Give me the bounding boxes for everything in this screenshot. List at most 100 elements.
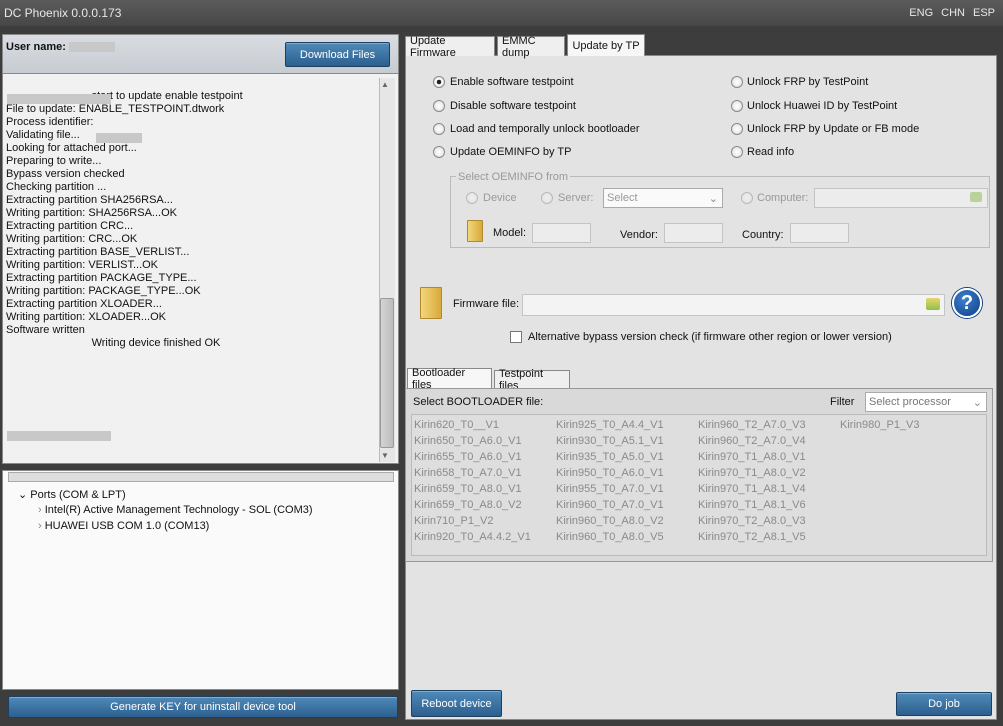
user-name-label: User name:	[6, 41, 115, 53]
scroll-up-icon[interactable]: ▲	[381, 80, 389, 89]
log-line: Writing partition: XLOADER...OK	[6, 311, 166, 323]
browse-folder-icon[interactable]	[970, 192, 982, 202]
do-job-button[interactable]: Do job	[896, 692, 992, 716]
tab-update-firmware[interactable]: Update Firmware	[405, 35, 495, 59]
tab-emmc-dump[interactable]: EMMC dump	[497, 35, 565, 59]
bootloader-file-item[interactable]: Kirin659_T0_A8.0_V2	[414, 497, 531, 513]
log-line: Writing partition: VERLIST...OK	[6, 259, 159, 271]
redacted-text	[96, 133, 142, 143]
bootloader-file-item[interactable]: Kirin960_T0_A8.0_V2	[556, 513, 664, 529]
scroll-thumb[interactable]	[380, 298, 394, 448]
bootloader-file-item[interactable]: Kirin620_T0__V1	[414, 417, 531, 433]
radio-read-info[interactable]	[731, 146, 743, 158]
bootloader-file-item[interactable]: Kirin650_T0_A6.0_V1	[414, 433, 531, 449]
bootloader-file-item[interactable]: Kirin710_P1_V2	[414, 513, 531, 529]
bootloader-file-item[interactable]: Kirin925_T0_A4.4_V1	[556, 417, 664, 433]
browse-file-icon[interactable]	[926, 298, 940, 310]
bootloader-file-item[interactable]: Kirin980_P1_V3	[840, 417, 920, 433]
generate-key-button[interactable]: Generate KEY for uninstall device tool	[8, 696, 398, 718]
server-label: Server:	[558, 192, 594, 204]
lang-esp[interactable]: ESP	[973, 7, 995, 19]
file-column[interactable]: Kirin980_P1_V3	[840, 417, 920, 433]
alt-bypass-label: Alternative bypass version check (if fir…	[528, 331, 892, 343]
bootloader-file-item[interactable]: Kirin955_T0_A7.0_V1	[556, 481, 664, 497]
firmware-file-input[interactable]	[522, 294, 945, 316]
help-icon[interactable]: ?	[952, 288, 982, 318]
option-label: Load and temporally unlock bootloader	[450, 123, 640, 135]
bootloader-file-item[interactable]: Kirin960_T2_A7.0_V4	[698, 433, 806, 449]
bootloader-file-item[interactable]: Kirin960_T2_A7.0_V3	[698, 417, 806, 433]
computer-path-input[interactable]	[814, 188, 988, 208]
option-label: Unlock Huawei ID by TestPoint	[747, 100, 898, 112]
option-label: Read info	[747, 146, 795, 158]
option-label: Disable software testpoint	[450, 100, 576, 112]
bootloader-file-item[interactable]: Kirin658_T0_A7.0_V1	[414, 465, 531, 481]
scroll-down-icon[interactable]: ▼	[381, 451, 389, 460]
device-tree	[2, 470, 399, 690]
bootloader-file-item[interactable]: Kirin950_T0_A6.0_V1	[556, 465, 664, 481]
bootloader-file-item[interactable]: Kirin655_T0_A6.0_V1	[414, 449, 531, 465]
vendor-input[interactable]	[664, 223, 723, 243]
alt-bypass-checkbox[interactable]	[510, 331, 522, 343]
bootloader-file-item[interactable]: Kirin960_T0_A8.0_V5	[556, 529, 664, 545]
firmware-folder-icon[interactable]	[420, 287, 442, 319]
log-line: Extracting partition XLOADER...	[6, 298, 162, 310]
option-label: Unlock FRP by TestPoint	[747, 76, 869, 88]
computer-label: Computer:	[757, 192, 809, 204]
radio-update-oeminfo[interactable]	[433, 146, 445, 158]
folder-icon	[467, 220, 483, 242]
bootloader-file-item[interactable]: Kirin970_T1_A8.0_V2	[698, 465, 806, 481]
option-label: Unlock FRP by Update or FB mode	[747, 123, 920, 135]
tab-update-by-tp[interactable]: Update by TP	[567, 34, 645, 56]
radio-unlock-bootloader[interactable]	[433, 123, 445, 135]
select-bootloader-label: Select BOOTLOADER file:	[413, 396, 544, 408]
log-line: Extracting partition SHA256RSA...	[6, 194, 173, 206]
file-column[interactable]: Kirin960_T2_A7.0_V3 Kirin960_T2_A7.0_V4 Ki…	[698, 417, 806, 545]
radio-server[interactable]	[541, 192, 553, 204]
tab-bootloader-files[interactable]: Bootloader files	[407, 367, 492, 391]
log-line: Writing device finished OK	[6, 337, 221, 349]
bootloader-file-item[interactable]: Kirin970_T1_A8.0_V1	[698, 449, 806, 465]
server-select[interactable]: Select ⌄	[603, 188, 723, 208]
language-switcher: ENG CHN ESP	[909, 7, 995, 19]
reboot-device-button[interactable]: Reboot device	[411, 690, 502, 717]
radio-unlock-frp-tp[interactable]	[731, 76, 743, 88]
log-line: Checking partition ...	[6, 181, 107, 193]
bootloader-file-item[interactable]: Kirin920_T0_A4.4.2_V1	[414, 529, 531, 545]
processor-filter-select[interactable]: Select processor ⌄	[865, 392, 987, 412]
bootloader-file-item[interactable]: Kirin935_T0_A5.0_V1	[556, 449, 664, 465]
tab-testpoint-files[interactable]: Testpoint files	[494, 368, 570, 392]
log-line: Preparing to write...	[6, 155, 102, 167]
bootloader-file-item[interactable]: Kirin659_T0_A8.0_V1	[414, 481, 531, 497]
log-line: Bypass version checked	[6, 168, 125, 180]
model-input[interactable]	[532, 223, 591, 243]
lang-chn[interactable]: CHN	[941, 7, 965, 19]
tree-root[interactable]: ⌄ Ports (COM & LPT)	[18, 488, 126, 501]
bootloader-file-item[interactable]: Kirin970_T1_A8.1_V6	[698, 497, 806, 513]
bootloader-file-item[interactable]: Kirin960_T0_A7.0_V1	[556, 497, 664, 513]
radio-computer[interactable]	[741, 192, 753, 204]
radio-unlock-frp-update[interactable]	[731, 123, 743, 135]
log-line: Software written	[6, 324, 85, 336]
radio-unlock-huawei-id[interactable]	[731, 100, 743, 112]
file-column[interactable]: Kirin620_T0__V1 Kirin650_T0_A6.0_V1 Kirin6…	[414, 417, 531, 545]
tree-item[interactable]: › Intel(R) Active Management Technology …	[38, 504, 313, 516]
tree-item[interactable]: › HUAWEI USB COM 1.0 (COM13)	[38, 520, 209, 532]
bootloader-file-item[interactable]: Kirin930_T0_A5.1_V1	[556, 433, 664, 449]
lang-eng[interactable]: ENG	[909, 7, 933, 19]
radio-device[interactable]	[466, 192, 478, 204]
file-column[interactable]: Kirin925_T0_A4.4_V1 Kirin930_T0_A5.1_V1 Ki…	[556, 417, 664, 545]
radio-disable-testpoint[interactable]	[433, 100, 445, 112]
country-input[interactable]	[790, 223, 849, 243]
redacted-text	[7, 94, 111, 104]
bootloader-file-item[interactable]: Kirin970_T1_A8.1_V4	[698, 481, 806, 497]
chevron-down-icon: ⌄	[972, 396, 982, 409]
radio-enable-testpoint[interactable]	[433, 76, 445, 88]
download-files-button[interactable]: Download Files	[285, 42, 390, 67]
bootloader-file-item[interactable]: Kirin970_T2_A8.0_V3	[698, 513, 806, 529]
bootloader-file-item[interactable]: Kirin970_T2_A8.1_V5	[698, 529, 806, 545]
window-title: DC Phoenix 0.0.0.173	[4, 6, 122, 20]
title-bar	[0, 0, 1003, 26]
log-line: Extracting partition BASE_VERLIST...	[6, 246, 190, 258]
chevron-down-icon: ⌄	[708, 192, 718, 205]
